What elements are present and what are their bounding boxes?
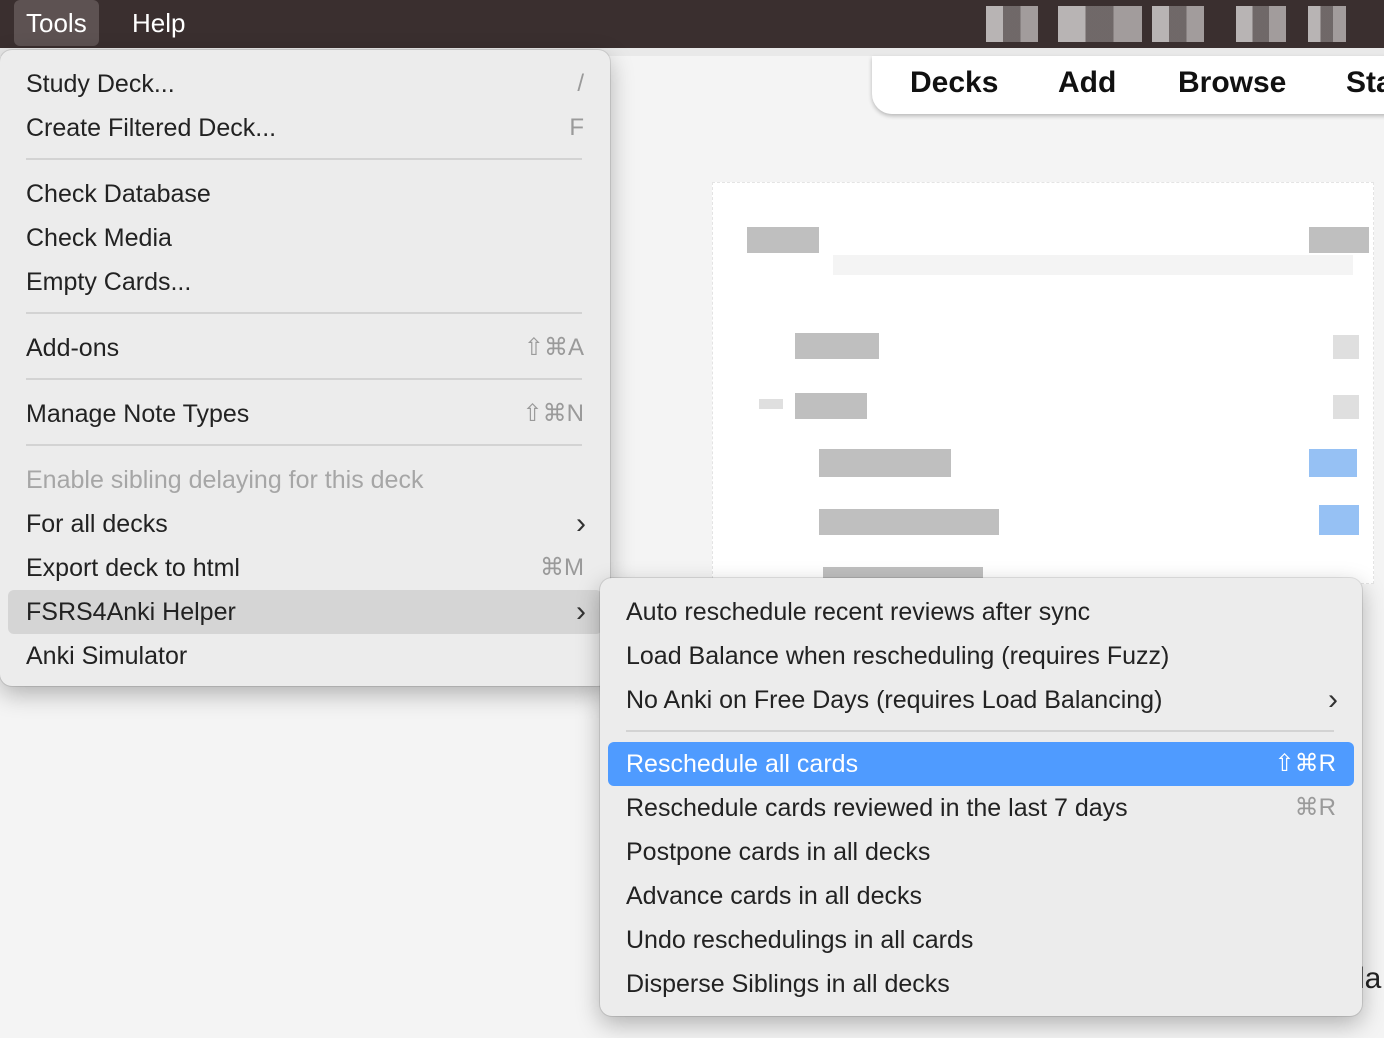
menu-separator	[26, 378, 582, 380]
blurred-header	[747, 227, 819, 253]
blurred-count	[1333, 335, 1359, 359]
chevron-right-icon: ›	[1328, 683, 1338, 716]
menu-item-label: Add-ons	[26, 334, 120, 362]
blurred-deck-name[interactable]	[795, 333, 879, 359]
blurred-deck-name[interactable]	[819, 449, 951, 477]
submenu-item-undo-reschedulings[interactable]: Undo reschedulings in all cards	[608, 918, 1354, 962]
menu-item-for-all-decks[interactable]: For all decks ›	[8, 502, 602, 546]
submenu-item-auto-reschedule[interactable]: Auto reschedule recent reviews after syn…	[608, 590, 1354, 634]
menu-item-label: Enable sibling delaying for this deck	[26, 466, 424, 494]
menu-item-study-deck[interactable]: Study Deck... /	[8, 62, 602, 106]
menu-item-label: Manage Note Types	[26, 400, 250, 428]
menu-item-label: Export deck to html	[26, 554, 240, 582]
menubar-tools[interactable]: Tools	[14, 0, 99, 46]
menu-item-add-ons[interactable]: Add-ons ⇧⌘A	[8, 326, 602, 370]
menu-item-label: Auto reschedule recent reviews after syn…	[626, 598, 1091, 626]
menu-item-anki-simulator[interactable]: Anki Simulator	[8, 634, 602, 678]
menu-separator	[26, 444, 582, 446]
menu-item-empty-cards[interactable]: Empty Cards...	[8, 260, 602, 304]
shortcut-label: ⌘R	[1294, 794, 1336, 821]
menu-item-label: Postpone cards in all decks	[626, 838, 931, 866]
menu-item-label: Disperse Siblings in all decks	[626, 970, 950, 998]
submenu-item-reschedule-all-cards[interactable]: Reschedule all cards ⇧⌘R	[608, 742, 1354, 786]
blurred-count	[1333, 395, 1359, 419]
blurred-header	[1309, 227, 1369, 253]
submenu-item-advance-cards[interactable]: Advance cards in all decks	[608, 874, 1354, 918]
tab-browse[interactable]: Browse	[1178, 66, 1286, 100]
blurred-count	[1309, 449, 1357, 477]
shortcut-label: ⌘M	[540, 554, 584, 581]
menu-item-label: Undo reschedulings in all cards	[626, 926, 974, 954]
menu-item-create-filtered-deck[interactable]: Create Filtered Deck... F	[8, 106, 602, 150]
submenu-item-no-anki-free-days[interactable]: No Anki on Free Days (requires Load Bala…	[608, 678, 1354, 722]
collapse-icon[interactable]	[759, 399, 783, 409]
menu-separator	[26, 158, 582, 160]
status-icon-blurred[interactable]	[1058, 6, 1142, 42]
shortcut-label: /	[577, 70, 584, 97]
submenu-item-load-balance[interactable]: Load Balance when rescheduling (requires…	[608, 634, 1354, 678]
menu-item-label: Advance cards in all decks	[626, 882, 922, 910]
menu-item-label: Check Database	[26, 180, 211, 208]
status-icon-blurred[interactable]	[1152, 6, 1204, 42]
menu-item-label: Study Deck...	[26, 70, 175, 98]
submenu-item-postpone-cards[interactable]: Postpone cards in all decks	[608, 830, 1354, 874]
menu-item-enable-sibling-delaying: Enable sibling delaying for this deck	[8, 458, 602, 502]
menubar-help[interactable]: Help	[120, 0, 197, 46]
blurred-deck-name[interactable]	[795, 393, 867, 419]
shortcut-label: ⇧⌘R	[1274, 750, 1336, 777]
menu-item-check-database[interactable]: Check Database	[8, 172, 602, 216]
menu-item-label: Create Filtered Deck...	[26, 114, 277, 142]
menu-item-fsrs4anki-helper[interactable]: FSRS4Anki Helper ›	[8, 590, 602, 634]
menu-item-manage-note-types[interactable]: Manage Note Types ⇧⌘N	[8, 392, 602, 436]
status-icon-blurred[interactable]	[1308, 6, 1346, 42]
status-icon-blurred[interactable]	[1236, 6, 1286, 42]
main-toolbar: Decks Add Browse Sta	[872, 56, 1384, 114]
tab-add[interactable]: Add	[1058, 66, 1116, 100]
deck-list-panel	[712, 182, 1374, 584]
menu-item-label: Reschedule cards reviewed in the last 7 …	[626, 794, 1128, 822]
menu-item-export-deck-to-html[interactable]: Export deck to html ⌘M	[8, 546, 602, 590]
status-icon-blurred[interactable]	[986, 6, 1038, 42]
shortcut-label: ⇧⌘A	[523, 334, 584, 361]
menu-item-check-media[interactable]: Check Media	[8, 216, 602, 260]
menu-item-label: Anki Simulator	[26, 642, 188, 670]
submenu-item-disperse-siblings[interactable]: Disperse Siblings in all decks	[608, 962, 1354, 1006]
chevron-right-icon: ›	[576, 595, 586, 628]
blurred-count	[1319, 505, 1359, 535]
menu-item-label: Check Media	[26, 224, 172, 252]
menu-separator	[626, 730, 1334, 732]
blurred-deck-name[interactable]	[819, 509, 999, 535]
menu-item-label: For all decks	[26, 510, 168, 538]
tools-menu: Study Deck... / Create Filtered Deck... …	[0, 50, 610, 686]
shortcut-label: ⇧⌘N	[522, 400, 584, 427]
menu-separator	[26, 312, 582, 314]
shortcut-label: F	[569, 114, 584, 141]
menu-item-label: No Anki on Free Days (requires Load Bala…	[626, 686, 1163, 714]
tab-stats[interactable]: Sta	[1346, 66, 1384, 100]
menu-item-label: Empty Cards...	[26, 268, 192, 296]
blurred-row	[833, 255, 1353, 275]
tab-decks[interactable]: Decks	[910, 66, 998, 100]
menu-item-label: FSRS4Anki Helper	[26, 598, 236, 626]
chevron-right-icon: ›	[576, 507, 586, 540]
submenu-item-reschedule-last-7-days[interactable]: Reschedule cards reviewed in the last 7 …	[608, 786, 1354, 830]
menubar: Tools Help	[0, 0, 1384, 48]
fsrs4anki-helper-submenu: Auto reschedule recent reviews after syn…	[600, 578, 1362, 1016]
menu-item-label: Load Balance when rescheduling (requires…	[626, 642, 1170, 670]
menu-item-label: Reschedule all cards	[626, 750, 859, 778]
